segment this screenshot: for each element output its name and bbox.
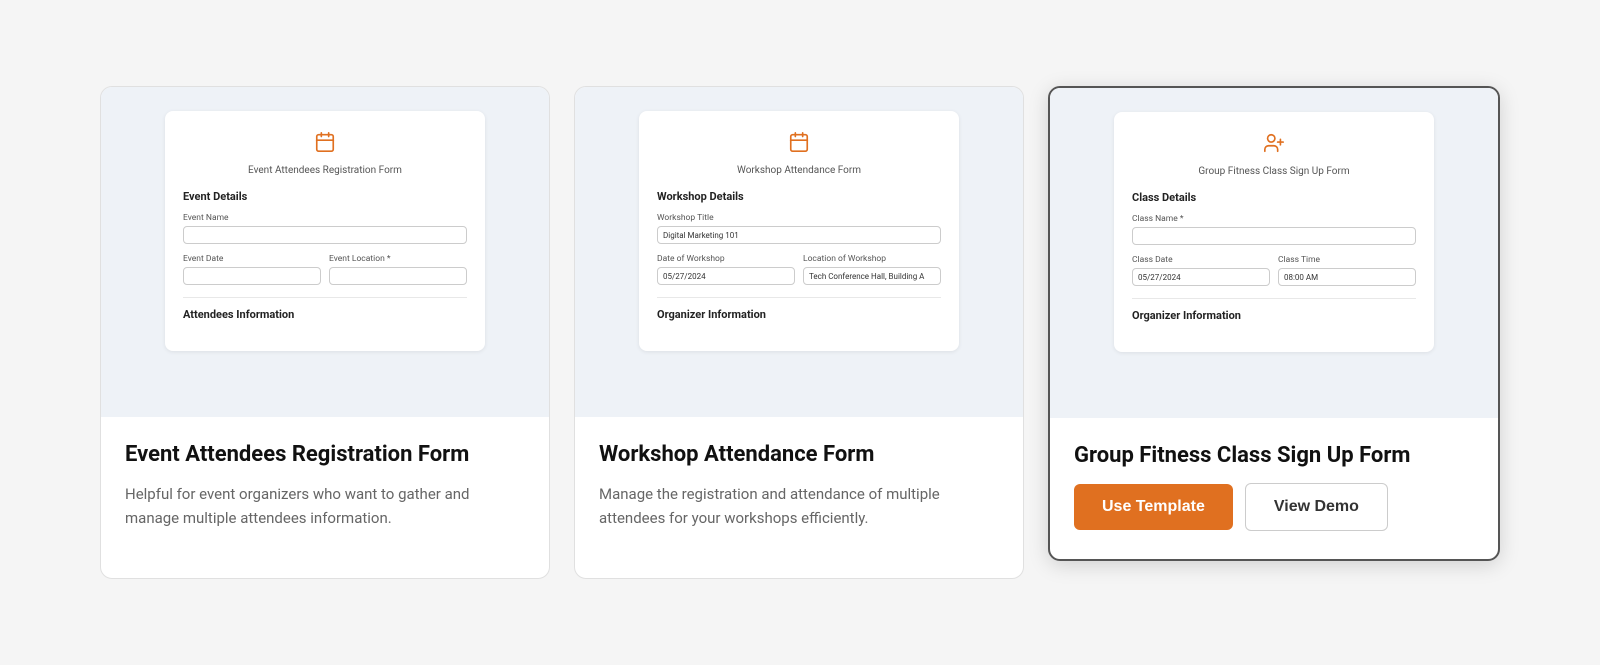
form-section-heading: Attendees Information xyxy=(183,308,467,321)
form-field-input: 05/27/2024 xyxy=(1132,268,1270,286)
cards-container: Event Attendees Registration Form Event … xyxy=(100,86,1500,579)
form-field-input xyxy=(329,267,467,285)
form-field-group: Workshop Title Digital Marketing 101 xyxy=(657,213,941,244)
card-event-registration[interactable]: Event Attendees Registration Form Event … xyxy=(100,86,550,579)
form-field-label: Location of Workshop xyxy=(803,254,941,264)
form-field-input xyxy=(183,267,321,285)
form-section-heading: Class Details xyxy=(1132,191,1416,204)
form-section-heading: Workshop Details xyxy=(657,190,941,203)
section-divider xyxy=(657,297,941,298)
section-divider xyxy=(1132,298,1416,299)
form-preview: Event Attendees Registration Form Event … xyxy=(165,111,485,351)
form-field-input: Tech Conference Hall, Building A xyxy=(803,267,941,285)
view-demo-button[interactable]: View Demo xyxy=(1245,483,1388,531)
card-title: Workshop Attendance Form xyxy=(599,441,999,470)
form-preview: Group Fitness Class Sign Up Form Class D… xyxy=(1114,112,1434,352)
form-field-input: 08:00 AM xyxy=(1278,268,1416,286)
form-preview: Workshop Attendance Form Workshop Detail… xyxy=(639,111,959,351)
form-preview-title: Group Fitness Class Sign Up Form xyxy=(1132,166,1416,177)
form-field-group: Event Name xyxy=(183,213,467,244)
form-field-label: Event Name xyxy=(183,213,467,223)
form-field-row: Event Date Event Location * xyxy=(183,254,467,285)
card-body: Workshop Attendance Form Manage the regi… xyxy=(575,417,1023,578)
form-icon xyxy=(183,131,467,159)
form-section-heading: Organizer Information xyxy=(657,308,941,321)
card-actions: Use Template View Demo xyxy=(1074,483,1474,531)
form-field-input xyxy=(183,226,467,244)
form-field-group: Event Date xyxy=(183,254,321,285)
form-field-label: Event Location * xyxy=(329,254,467,264)
form-section-heading: Organizer Information xyxy=(1132,309,1416,322)
form-field-input: Digital Marketing 101 xyxy=(657,226,941,244)
form-field-input xyxy=(1132,227,1416,245)
card-body: Group Fitness Class Sign Up Form Use Tem… xyxy=(1050,418,1498,559)
form-field-row: Date of Workshop 05/27/2024 Location of … xyxy=(657,254,941,285)
use-template-button[interactable]: Use Template xyxy=(1074,484,1233,530)
card-workshop-attendance[interactable]: Workshop Attendance Form Workshop Detail… xyxy=(574,86,1024,579)
form-field-group: Date of Workshop 05/27/2024 xyxy=(657,254,795,285)
form-preview-title: Event Attendees Registration Form xyxy=(183,165,467,176)
form-field-group: Location of Workshop Tech Conference Hal… xyxy=(803,254,941,285)
form-field-group: Event Location * xyxy=(329,254,467,285)
form-field-group: Class Time 08:00 AM xyxy=(1278,255,1416,286)
card-description: Helpful for event organizers who want to… xyxy=(125,482,525,530)
card-preview: Group Fitness Class Sign Up Form Class D… xyxy=(1050,88,1498,418)
form-icon xyxy=(1132,132,1416,160)
card-body: Event Attendees Registration Form Helpfu… xyxy=(101,417,549,578)
form-field-label: Class Name * xyxy=(1132,214,1416,224)
form-field-group: Class Date 05/27/2024 xyxy=(1132,255,1270,286)
form-field-label: Class Date xyxy=(1132,255,1270,265)
form-field-label: Date of Workshop xyxy=(657,254,795,264)
card-preview: Event Attendees Registration Form Event … xyxy=(101,87,549,417)
form-field-row: Class Date 05/27/2024 Class Time 08:00 A… xyxy=(1132,255,1416,286)
card-preview: Workshop Attendance Form Workshop Detail… xyxy=(575,87,1023,417)
form-icon xyxy=(657,131,941,159)
form-field-label: Class Time xyxy=(1278,255,1416,265)
card-description: Manage the registration and attendance o… xyxy=(599,482,999,530)
form-field-label: Workshop Title xyxy=(657,213,941,223)
form-field-group: Class Name * xyxy=(1132,214,1416,245)
form-field-input: 05/27/2024 xyxy=(657,267,795,285)
card-title: Group Fitness Class Sign Up Form xyxy=(1074,442,1474,471)
card-group-fitness[interactable]: Group Fitness Class Sign Up Form Class D… xyxy=(1048,86,1500,561)
card-title: Event Attendees Registration Form xyxy=(125,441,525,470)
form-preview-title: Workshop Attendance Form xyxy=(657,165,941,176)
section-divider xyxy=(183,297,467,298)
form-field-label: Event Date xyxy=(183,254,321,264)
form-section-heading: Event Details xyxy=(183,190,467,203)
